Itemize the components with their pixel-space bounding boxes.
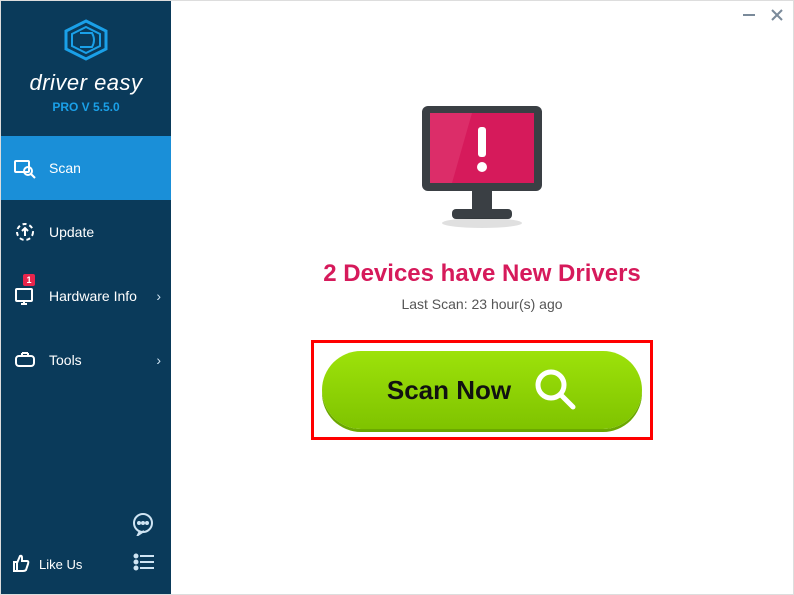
chevron-right-icon: ›	[156, 288, 161, 304]
sidebar-item-scan[interactable]: Scan	[1, 136, 171, 200]
sidebar-item-label: Tools	[49, 352, 82, 368]
window-controls	[740, 6, 786, 24]
thumb-up-icon	[11, 553, 31, 576]
like-us-button[interactable]: Like Us	[11, 553, 82, 576]
sidebar-item-hardware-info[interactable]: 1 Hardware Info ›	[1, 264, 171, 328]
sidebar-item-tools[interactable]: Tools ›	[1, 328, 171, 392]
brand-name: driver easy	[1, 70, 171, 96]
feedback-icon[interactable]	[131, 512, 155, 541]
sidebar-item-label: Update	[49, 224, 94, 240]
chevron-right-icon: ›	[156, 352, 161, 368]
sidebar-item-label: Scan	[49, 160, 81, 176]
sidebar: driver easy PRO V 5.5.0 Scan	[1, 1, 171, 594]
hardware-badge: 1	[23, 274, 35, 286]
update-icon	[13, 220, 37, 244]
tools-icon	[13, 348, 37, 372]
minimize-button[interactable]	[740, 6, 758, 24]
status-text: 2 Devices have New Drivers	[323, 260, 641, 288]
last-scan-text: Last Scan: 23 hour(s) ago	[401, 296, 562, 312]
menu-icon[interactable]	[133, 553, 155, 576]
sidebar-bottom: Like Us	[1, 504, 171, 594]
scan-now-button[interactable]: Scan Now	[322, 351, 642, 429]
app-window: driver easy PRO V 5.5.0 Scan	[0, 0, 794, 595]
brand-version: PRO V 5.5.0	[1, 100, 171, 114]
scan-icon	[13, 156, 37, 180]
main-content: 2 Devices have New Drivers Last Scan: 23…	[171, 1, 793, 594]
close-button[interactable]	[768, 6, 786, 24]
monitor-alert-icon	[407, 101, 557, 236]
scan-highlight-box: Scan Now	[311, 340, 653, 440]
sidebar-item-update[interactable]: Update	[1, 200, 171, 264]
hardware-icon	[13, 284, 37, 308]
sidebar-item-label: Hardware Info	[49, 288, 137, 304]
nav: Scan Update	[1, 136, 171, 392]
like-us-label: Like Us	[39, 557, 82, 572]
scan-now-label: Scan Now	[387, 375, 511, 406]
magnifier-icon	[533, 367, 577, 414]
logo-icon	[62, 19, 110, 66]
logo-block: driver easy PRO V 5.5.0	[1, 1, 171, 124]
